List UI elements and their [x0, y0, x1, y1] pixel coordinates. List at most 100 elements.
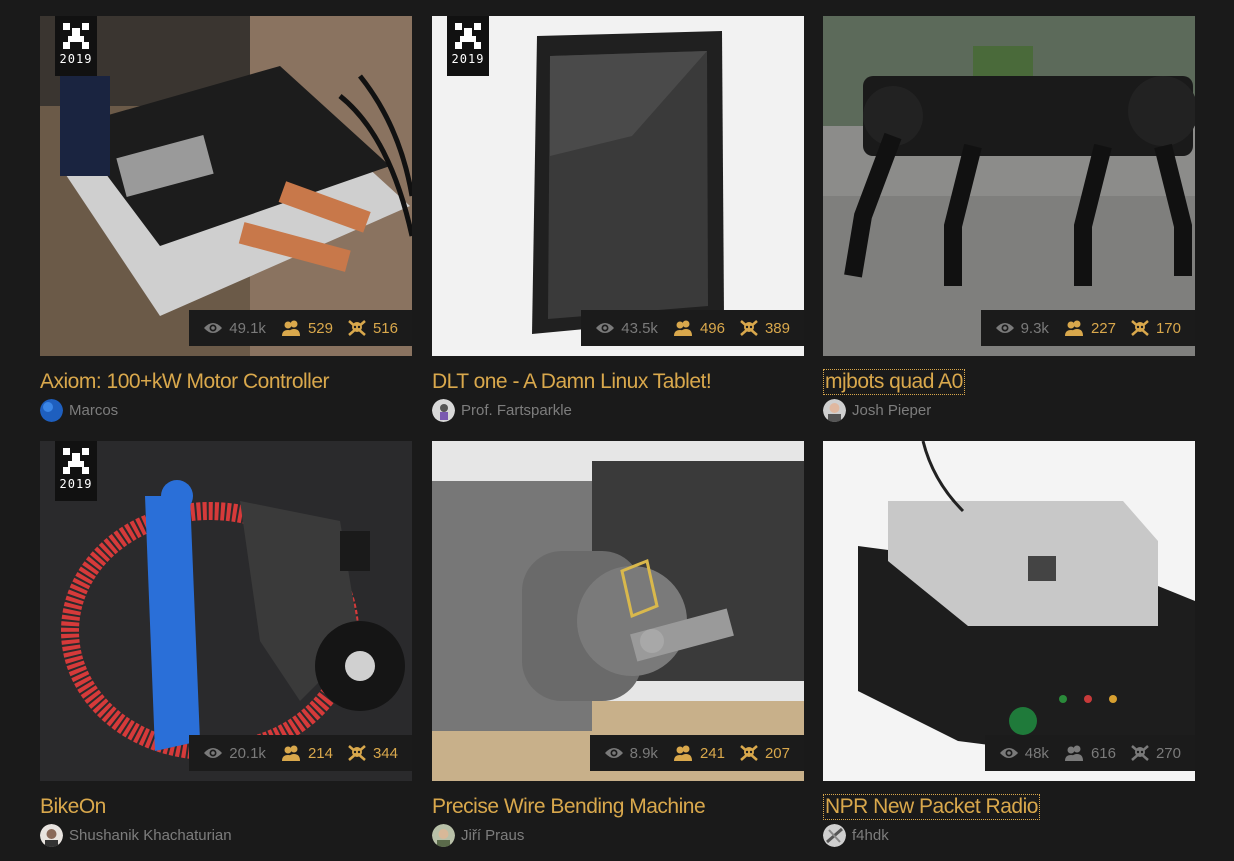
- followers-count: 241: [699, 744, 725, 762]
- badge-year: 2019: [59, 52, 93, 66]
- followers-icon: [1064, 745, 1083, 761]
- wire-bending-machine-photo: [432, 441, 804, 781]
- project-card: 48k 616 270 NPR New Packet Radio f4hdk: [823, 441, 1195, 861]
- stats-bar: 48k 616 270: [984, 735, 1195, 771]
- project-author[interactable]: Shushanik Khachaturian: [40, 824, 232, 847]
- project-card: 8.9k 241 207 Precise Wire Bending Machin…: [432, 441, 804, 861]
- views-count: 48k: [1024, 744, 1049, 762]
- followers-count: 529: [307, 319, 333, 337]
- eye-icon: [604, 748, 623, 758]
- project-thumbnail[interactable]: 9.3k 227 170: [823, 16, 1195, 356]
- stats-bar: 9.3k 227 170: [980, 310, 1195, 346]
- project-thumbnail[interactable]: 8.9k 241 207: [432, 441, 804, 781]
- views-stat: 9.3k: [995, 320, 1049, 337]
- skulls-stat: 270: [1130, 744, 1181, 762]
- avatar: [432, 399, 455, 422]
- followers-count: 496: [699, 319, 725, 337]
- project-title[interactable]: DLT one - A Damn Linux Tablet!: [432, 370, 712, 394]
- project-title[interactable]: BikeOn: [40, 795, 106, 819]
- skull-icon: [740, 320, 758, 336]
- followers-icon: [1064, 320, 1083, 336]
- skulls-count: 344: [372, 744, 398, 762]
- hackaday-prize-icon: [63, 448, 89, 474]
- stats-bar: 8.9k 241 207: [589, 735, 804, 771]
- views-count: 8.9k: [629, 744, 658, 762]
- eye-icon: [999, 748, 1018, 758]
- prize-badge: 2019: [447, 16, 489, 76]
- followers-stat: 496: [672, 320, 725, 337]
- project-card: 9.3k 227 170 mjbots quad A0 Josh Pieper: [823, 16, 1195, 436]
- project-thumbnail[interactable]: 48k 616 270: [823, 441, 1195, 781]
- project-title[interactable]: Precise Wire Bending Machine: [432, 795, 706, 819]
- quadruped-robot-photo: [823, 16, 1195, 356]
- followers-stat: 227: [1063, 320, 1116, 337]
- skulls-stat: 516: [347, 319, 398, 337]
- views-count: 20.1k: [229, 744, 266, 762]
- project-title[interactable]: Axiom: 100+kW Motor Controller: [40, 370, 330, 394]
- followers-icon: [673, 745, 692, 761]
- skull-icon: [1131, 745, 1149, 761]
- project-thumbnail[interactable]: 2019 20.1k 214 344: [40, 441, 412, 781]
- views-stat: 43.5k: [595, 320, 658, 337]
- skulls-stat: 344: [347, 744, 398, 762]
- views-stat: 48k: [999, 745, 1049, 762]
- avatar: [432, 824, 455, 847]
- views-count: 43.5k: [621, 319, 658, 337]
- views-count: 49.1k: [229, 319, 266, 337]
- project-card: 2019 49.1k 529 516 Axiom: 100+kW Motor C…: [40, 16, 412, 436]
- followers-stat: 214: [280, 745, 333, 762]
- prize-badge: 2019: [55, 441, 97, 501]
- author-name: f4hdk: [852, 827, 889, 844]
- project-title[interactable]: mjbots quad A0: [823, 369, 965, 395]
- views-stat: 20.1k: [203, 745, 266, 762]
- avatar: [40, 824, 63, 847]
- author-name: Marcos: [69, 402, 119, 419]
- followers-count: 214: [307, 744, 333, 762]
- followers-stat: 241: [672, 745, 725, 762]
- skulls-count: 516: [372, 319, 398, 337]
- avatar: [40, 399, 63, 422]
- project-author[interactable]: f4hdk: [823, 824, 889, 847]
- followers-icon: [673, 320, 692, 336]
- skulls-stat: 170: [1130, 319, 1181, 337]
- project-author[interactable]: Jiří Praus: [432, 824, 524, 847]
- project-author[interactable]: Marcos: [40, 399, 118, 422]
- skull-icon: [740, 745, 758, 761]
- eye-icon: [204, 323, 223, 333]
- skull-icon: [348, 745, 366, 761]
- followers-count: 227: [1090, 319, 1116, 337]
- avatar: [823, 399, 846, 422]
- followers-count: 616: [1090, 744, 1116, 762]
- avatar: [823, 824, 846, 847]
- badge-year: 2019: [59, 477, 93, 491]
- skull-icon: [1131, 320, 1149, 336]
- skulls-count: 207: [764, 744, 790, 762]
- author-name: Josh Pieper: [852, 402, 932, 419]
- stats-bar: 49.1k 529 516: [189, 310, 412, 346]
- author-name: Shushanik Khachaturian: [69, 827, 232, 844]
- eye-icon: [995, 323, 1014, 333]
- followers-stat: 616: [1063, 745, 1116, 762]
- skull-icon: [348, 320, 366, 336]
- eye-icon: [204, 748, 223, 758]
- project-title[interactable]: NPR New Packet Radio: [823, 794, 1040, 820]
- hackaday-prize-icon: [455, 23, 481, 49]
- author-name: Prof. Fartsparkle: [461, 402, 572, 419]
- project-thumbnail[interactable]: 2019 43.5k 496 389: [432, 16, 804, 356]
- project-thumbnail[interactable]: 2019 49.1k 529 516: [40, 16, 412, 356]
- project-author[interactable]: Prof. Fartsparkle: [432, 399, 572, 422]
- skulls-stat: 207: [739, 744, 790, 762]
- project-grid: 2019 49.1k 529 516 Axiom: 100+kW Motor C…: [0, 0, 1234, 858]
- eye-icon: [596, 323, 615, 333]
- views-stat: 8.9k: [604, 745, 658, 762]
- packet-radio-photo: [823, 441, 1195, 781]
- project-card: 2019 20.1k 214 344 BikeOn Shushanik Khac…: [40, 441, 412, 861]
- views-count: 9.3k: [1020, 319, 1049, 337]
- followers-icon: [281, 745, 300, 761]
- project-author[interactable]: Josh Pieper: [823, 399, 931, 422]
- skulls-stat: 389: [739, 319, 790, 337]
- followers-icon: [281, 320, 300, 336]
- skulls-count: 389: [764, 319, 790, 337]
- project-card: 2019 43.5k 496 389 DLT one - A Damn Linu…: [432, 16, 804, 436]
- followers-stat: 529: [280, 320, 333, 337]
